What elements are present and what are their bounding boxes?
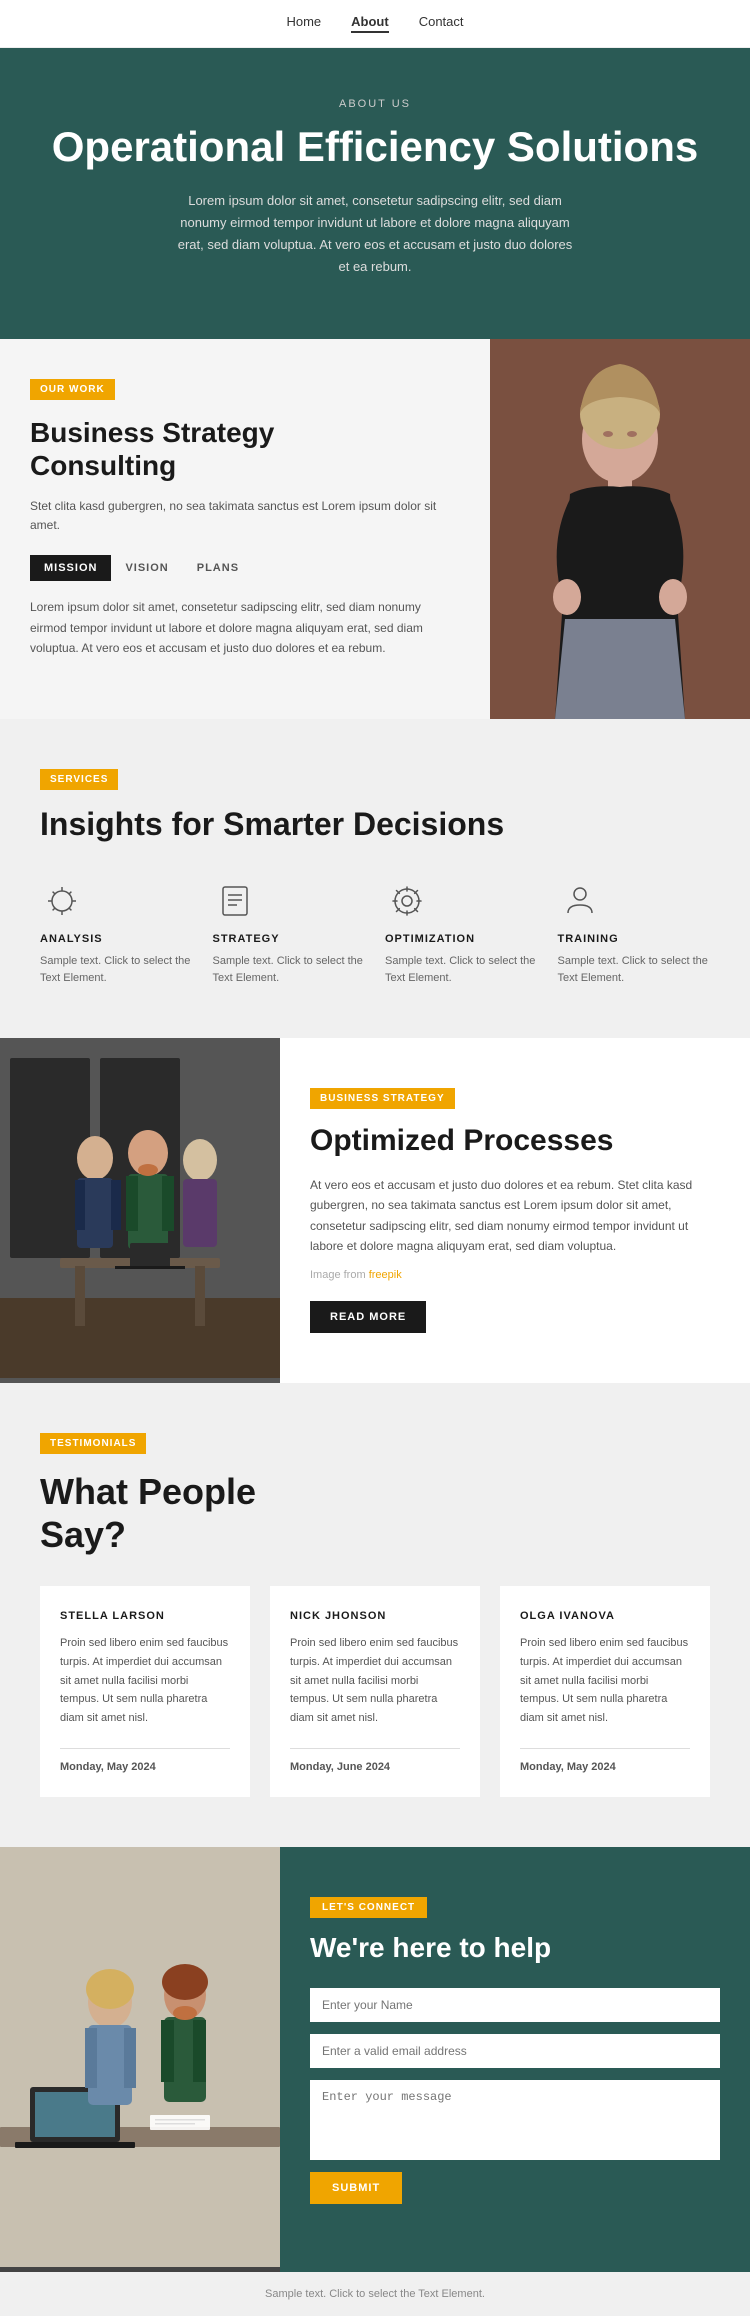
hero-section: ABOUT US Operational Efficiency Solution… xyxy=(0,48,750,339)
testimonials-badge: TESTIMONIALS xyxy=(40,1433,146,1454)
about-label: ABOUT US xyxy=(30,98,720,110)
testimonial-text-0: Proin sed libero enim sed faucibus turpi… xyxy=(60,1634,230,1727)
contact-title: We're here to help xyxy=(310,1932,720,1964)
navigation: Home About Contact xyxy=(0,0,750,48)
nav-contact[interactable]: Contact xyxy=(419,14,464,33)
freepik-link[interactable]: freepik xyxy=(369,1269,402,1281)
service-training-desc: Sample text. Click to select the Text El… xyxy=(558,953,711,988)
submit-button[interactable]: SUBMIT xyxy=(310,2172,402,2204)
services-section: SERVICES Insights for Smarter Decisions … xyxy=(0,719,750,1038)
our-work-section: OUR WORK Business Strategy Consulting St… xyxy=(0,339,750,719)
testimonial-card-0: STELLA LARSON Proin sed libero enim sed … xyxy=(40,1586,250,1796)
tab-content-text: Lorem ipsum dolor sit amet, consetetur s… xyxy=(30,597,460,658)
hero-description: Lorem ipsum dolor sit amet, consetetur s… xyxy=(175,190,575,278)
service-analysis-desc: Sample text. Click to select the Text El… xyxy=(40,953,193,988)
service-optimization: OPTIMIZATION Sample text. Click to selec… xyxy=(385,879,538,988)
testimonial-divider-0 xyxy=(60,1748,230,1749)
testimonial-divider-2 xyxy=(520,1748,690,1749)
testimonial-name-1: NICK JHONSON xyxy=(290,1610,460,1622)
testimonial-text-1: Proin sed libero enim sed faucibus turpi… xyxy=(290,1634,460,1727)
service-strategy-desc: Sample text. Click to select the Text El… xyxy=(213,953,366,988)
service-optimization-desc: Sample text. Click to select the Text El… xyxy=(385,953,538,988)
our-work-image xyxy=(490,339,750,719)
testimonial-date-2: Monday, May 2024 xyxy=(520,1761,690,1773)
tab-plans[interactable]: PLANS xyxy=(183,555,253,581)
our-work-badge: OUR WORK xyxy=(30,379,115,400)
testimonials-grid: STELLA LARSON Proin sed libero enim sed … xyxy=(40,1586,710,1796)
our-work-tabs: MISSION VISION PLANS xyxy=(30,555,460,581)
processes-badge: BUSINESS STRATEGY xyxy=(310,1088,455,1109)
testimonial-text-2: Proin sed libero enim sed faucibus turpi… xyxy=(520,1634,690,1727)
contact-content: LET'S CONNECT We're here to help SUBMIT xyxy=(280,1847,750,2272)
analysis-icon xyxy=(40,879,84,923)
footer-text: Sample text. Click to select the Text El… xyxy=(265,2288,485,2300)
tab-mission[interactable]: MISSION xyxy=(30,555,111,581)
testimonials-title: What People Say? xyxy=(40,1470,710,1556)
training-icon xyxy=(558,879,602,923)
name-input[interactable] xyxy=(310,1988,720,2022)
testimonial-name-2: OLGA IVANOVA xyxy=(520,1610,690,1622)
our-work-content: OUR WORK Business Strategy Consulting St… xyxy=(0,339,490,719)
contact-office-illustration xyxy=(0,1847,280,2267)
service-analysis: ANALYSIS Sample text. Click to select th… xyxy=(40,879,193,988)
testimonial-date-0: Monday, May 2024 xyxy=(60,1761,230,1773)
processes-content: BUSINESS STRATEGY Optimized Processes At… xyxy=(280,1038,750,1383)
testimonial-name-0: STELLA LARSON xyxy=(60,1610,230,1622)
hero-title: Operational Efficiency Solutions xyxy=(30,124,720,170)
footer: Sample text. Click to select the Text El… xyxy=(0,2272,750,2316)
services-title: Insights for Smarter Decisions xyxy=(40,806,710,843)
contact-form: SUBMIT xyxy=(310,1988,720,2204)
testimonial-divider-1 xyxy=(290,1748,460,1749)
message-input[interactable] xyxy=(310,2080,720,2160)
nav-home[interactable]: Home xyxy=(286,14,321,33)
nav-about[interactable]: About xyxy=(351,14,389,33)
email-input[interactable] xyxy=(310,2034,720,2068)
processes-image-credit: Image from freepik xyxy=(310,1266,720,1285)
office-illustration xyxy=(0,1038,280,1378)
service-strategy: STRATEGY Sample text. Click to select th… xyxy=(213,879,366,988)
testimonials-section: TESTIMONIALS What People Say? STELLA LAR… xyxy=(0,1383,750,1847)
person-illustration xyxy=(490,339,750,719)
services-grid: ANALYSIS Sample text. Click to select th… xyxy=(40,879,710,988)
service-strategy-label: STRATEGY xyxy=(213,933,366,945)
testimonial-date-1: Monday, June 2024 xyxy=(290,1761,460,1773)
service-optimization-label: OPTIMIZATION xyxy=(385,933,538,945)
service-analysis-label: ANALYSIS xyxy=(40,933,193,945)
contact-image xyxy=(0,1847,280,2272)
contact-section: LET'S CONNECT We're here to help SUBMIT xyxy=(0,1847,750,2272)
processes-image xyxy=(0,1038,280,1383)
services-badge: SERVICES xyxy=(40,769,118,790)
read-more-button[interactable]: READ MORE xyxy=(310,1301,426,1333)
optimization-icon xyxy=(385,879,429,923)
testimonial-card-1: NICK JHONSON Proin sed libero enim sed f… xyxy=(270,1586,480,1796)
lets-connect-badge: LET'S CONNECT xyxy=(310,1897,427,1918)
tab-vision[interactable]: VISION xyxy=(111,555,182,581)
our-work-description: Stet clita kasd gubergren, no sea takima… xyxy=(30,497,460,535)
processes-description: At vero eos et accusam et justo duo dolo… xyxy=(310,1175,720,1257)
service-training-label: TRAINING xyxy=(558,933,711,945)
processes-title: Optimized Processes xyxy=(310,1123,720,1159)
service-training: TRAINING Sample text. Click to select th… xyxy=(558,879,711,988)
testimonial-card-2: OLGA IVANOVA Proin sed libero enim sed f… xyxy=(500,1586,710,1796)
processes-section: BUSINESS STRATEGY Optimized Processes At… xyxy=(0,1038,750,1383)
our-work-title: Business Strategy Consulting xyxy=(30,416,460,483)
strategy-icon xyxy=(213,879,257,923)
